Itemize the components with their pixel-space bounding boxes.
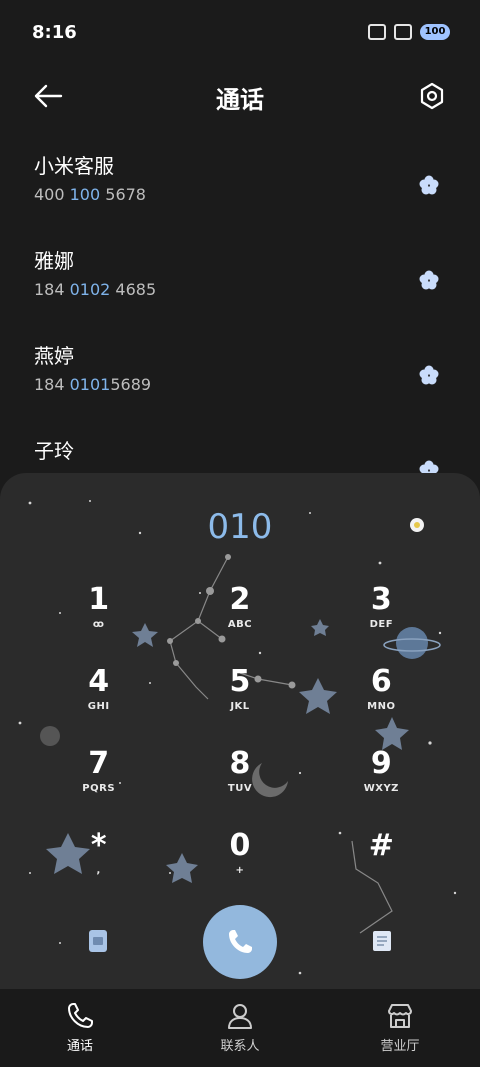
- status-bar: 8:16 100: [0, 0, 480, 68]
- battery-icon: 100: [420, 24, 450, 40]
- contact-number: 184 01015689: [34, 375, 152, 394]
- contact-number: 184 0102 4685: [34, 280, 157, 299]
- wifi-icon: [394, 24, 412, 40]
- dialer-panel: 010 1ꝏ 2 ABC 3 DEF 4 GHI 5 JKL 6 MNO 7 PQRS 8T…: [0, 473, 480, 989]
- contact-item[interactable]: 燕婷 184 01015689: [0, 340, 480, 425]
- status-time: 8:16: [32, 22, 77, 43]
- status-icons: 100: [368, 24, 450, 40]
- key-6[interactable]: 6 MNO: [311, 665, 452, 725]
- nav-item-calls[interactable]: 通话: [0, 989, 160, 1067]
- voicemail-icon: ꝏ: [92, 619, 105, 630]
- bottom-nav: 通话 联系人 营业厅: [0, 989, 480, 1067]
- menu-icon[interactable]: [368, 927, 396, 955]
- contact-number: 400 100 5678: [34, 185, 146, 204]
- contact-name: 雅娜: [34, 249, 74, 273]
- contact-name: 燕婷: [34, 344, 74, 368]
- key-1[interactable]: 1ꝏ: [28, 583, 169, 643]
- settings-button[interactable]: [412, 76, 452, 116]
- key-2[interactable]: 2 ABC: [169, 583, 310, 643]
- phone-icon: [229, 930, 252, 953]
- flower-icon[interactable]: [418, 269, 440, 291]
- sim-card-icon[interactable]: [84, 927, 112, 955]
- contact-name: 小米客服: [34, 154, 114, 178]
- page-title: 通话: [216, 86, 264, 114]
- key-7[interactable]: 7 PQRS: [28, 747, 169, 807]
- nav-label-calls: 通话: [66, 1039, 93, 1054]
- key-5[interactable]: 5 JKL: [169, 665, 310, 725]
- contact-item[interactable]: 小米客服 400 100 5678: [0, 150, 480, 235]
- person-icon: [228, 1004, 252, 1029]
- header: 通话: [0, 68, 480, 124]
- key-4[interactable]: 4 GHI: [28, 665, 169, 725]
- keypad: 1ꝏ 2 ABC 3 DEF 4 GHI 5 JKL 6 MNO 7 PQRS 8 TUV 9…: [28, 583, 452, 889]
- key-star[interactable]: *,: [28, 829, 169, 889]
- call-button[interactable]: [203, 905, 277, 979]
- contact-name: 子玲: [34, 439, 74, 463]
- nav-label-contacts: 联系人: [220, 1039, 260, 1054]
- flower-icon[interactable]: [418, 364, 440, 386]
- dial-input-display[interactable]: 010: [0, 507, 480, 547]
- flower-icon[interactable]: [418, 174, 440, 196]
- key-3[interactable]: 3 DEF: [311, 583, 452, 643]
- contact-item[interactable]: 雅娜 184 0102 4685: [0, 245, 480, 330]
- phone-icon: [68, 1003, 93, 1028]
- key-0[interactable]: 0 +: [169, 829, 310, 889]
- nav-item-contacts[interactable]: 联系人: [160, 989, 320, 1067]
- store-icon: [388, 1004, 412, 1028]
- call-row: [0, 903, 480, 983]
- nav-label-store: 营业厅: [380, 1039, 420, 1054]
- nav-item-store[interactable]: 营业厅: [320, 989, 480, 1067]
- key-9[interactable]: 9 WXYZ: [311, 747, 452, 807]
- signal-icon: [368, 24, 386, 40]
- gear-icon: [420, 82, 444, 110]
- contact-list: 小米客服 400 100 5678 雅娜 184 0102 4685 燕婷 18…: [0, 140, 480, 520]
- key-hash[interactable]: #: [311, 829, 452, 889]
- key-8[interactable]: 8 TUV: [169, 747, 310, 807]
